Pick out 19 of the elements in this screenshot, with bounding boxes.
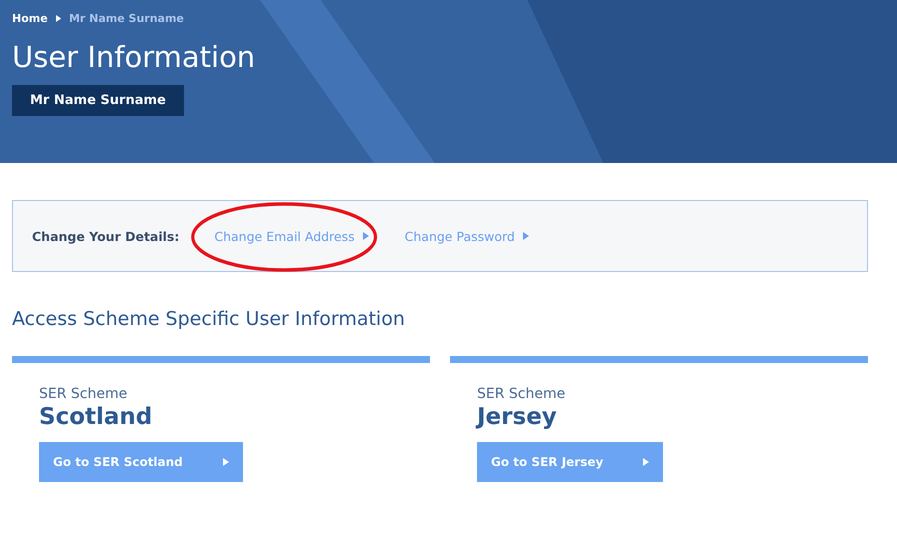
scheme-kicker: SER Scheme <box>477 386 566 402</box>
section-heading: Access Scheme Specific User Information <box>12 308 406 332</box>
page-title: User Information <box>12 39 256 76</box>
caret-icon <box>362 232 369 240</box>
user-name-badge: Mr Name Surname <box>12 85 184 116</box>
breadcrumb-separator-icon <box>56 14 61 22</box>
scheme-kicker: SER Scheme <box>39 386 128 402</box>
scheme-name: Jersey <box>477 404 558 430</box>
details-link[interactable]: Change Email Address <box>214 228 369 244</box>
details-label: Change Your Details: <box>32 228 180 244</box>
breadcrumb-link[interactable]: Home <box>12 12 48 24</box>
caret-icon <box>222 458 229 466</box>
scheme-button[interactable]: Go to SER Jersey <box>477 442 664 482</box>
caret-icon <box>522 232 529 240</box>
breadcrumb-link[interactable]: Mr Name Surname <box>68 12 184 24</box>
details-link[interactable]: Change Password <box>404 228 529 244</box>
scheme-button[interactable]: Go to SER Scotland <box>39 442 243 482</box>
caret-icon <box>643 458 650 466</box>
scheme-name: Scotland <box>39 404 154 430</box>
